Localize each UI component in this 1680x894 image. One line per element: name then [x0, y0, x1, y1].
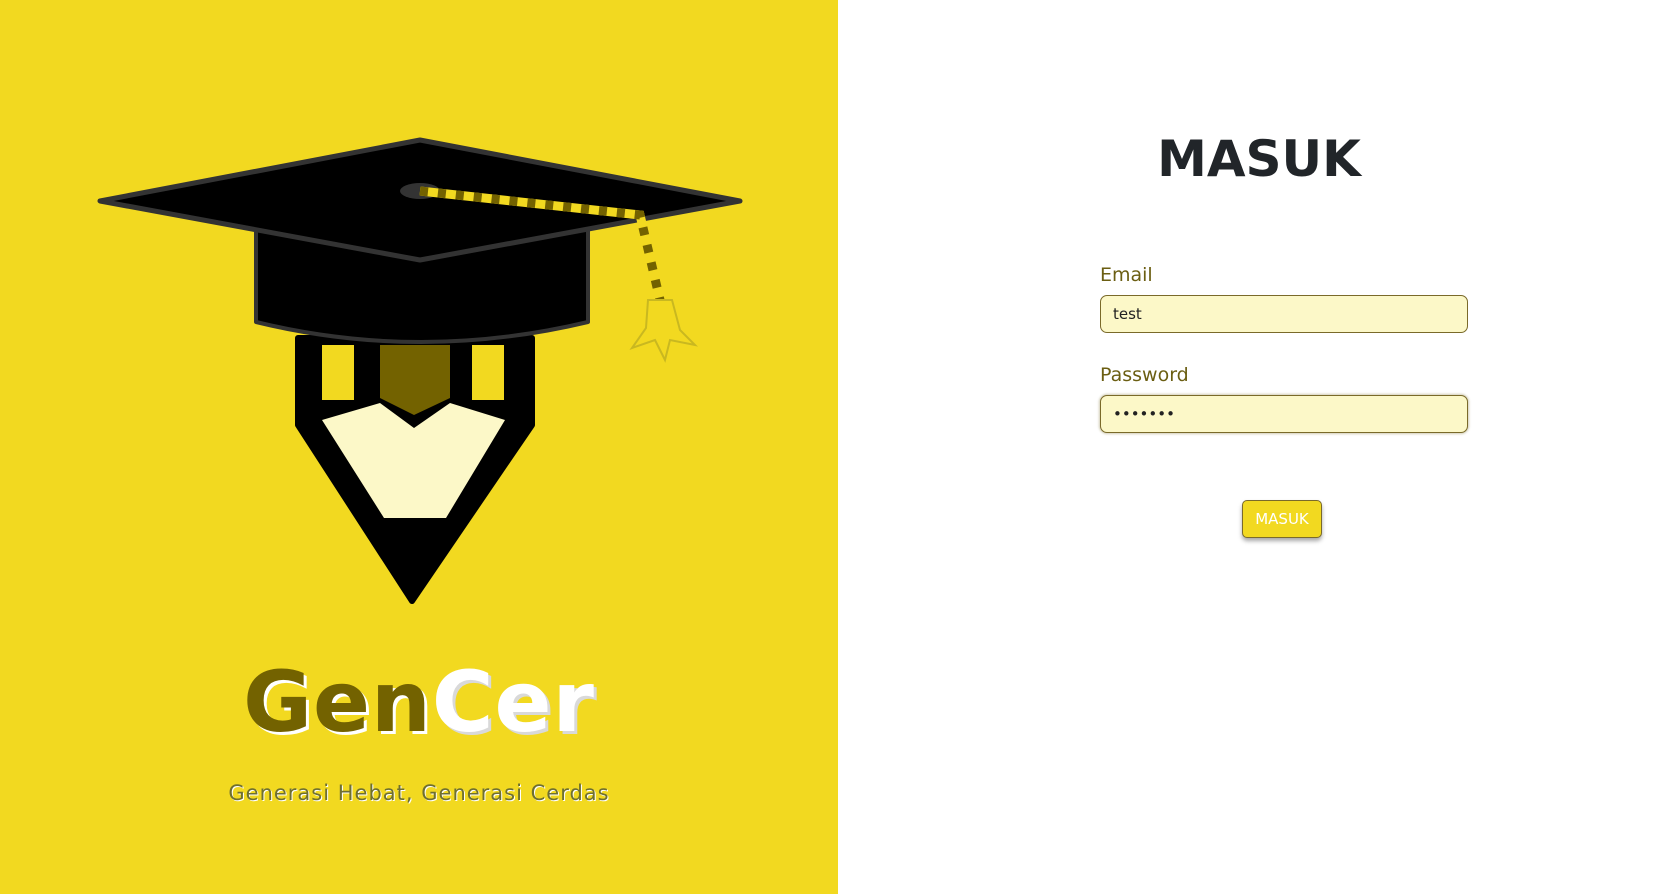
- email-label: Email: [1100, 264, 1153, 286]
- brand-tagline: Generasi Hebat, Generasi Cerdas: [228, 781, 610, 805]
- brand-panel: GenCer Generasi Hebat, Generasi Cerdas: [0, 0, 838, 894]
- login-button[interactable]: MASUK: [1242, 500, 1322, 538]
- brand-name-part1: Gen: [243, 653, 432, 751]
- brand-name-part2: Cer: [431, 653, 595, 751]
- brand-name: GenCer: [0, 660, 838, 744]
- email-field[interactable]: [1100, 295, 1468, 333]
- login-panel: MASUK Email Password MASUK: [838, 0, 1680, 894]
- password-field[interactable]: [1100, 395, 1468, 433]
- page-title: MASUK: [1157, 130, 1361, 188]
- password-group: Password: [1100, 364, 1468, 433]
- password-label: Password: [1100, 364, 1189, 386]
- email-group: Email: [1100, 264, 1468, 333]
- graduation-cap-pencil-icon: [97, 137, 743, 604]
